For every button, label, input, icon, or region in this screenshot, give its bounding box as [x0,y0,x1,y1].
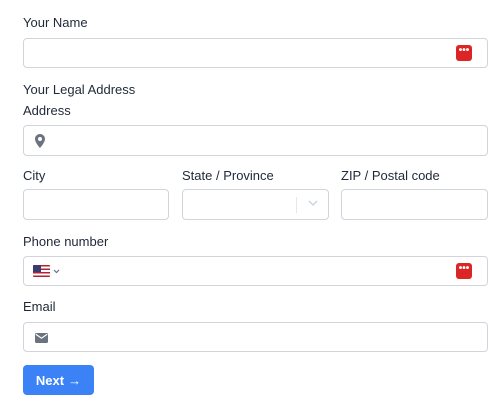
state-label: State / Province [182,168,274,183]
zip-input[interactable] [341,189,488,220]
legal-address-heading: Your Legal Address [23,82,136,97]
name-label: Your Name [23,15,88,30]
chevron-down-icon [53,269,60,273]
email-input[interactable] [23,322,488,352]
address-label: Address [23,103,71,118]
name-input[interactable]: ••• [23,38,488,68]
select-divider [296,197,297,213]
email-label: Email [23,299,56,314]
zip-label: ZIP / Postal code [341,168,440,183]
us-flag-icon [33,265,50,277]
city-input[interactable] [23,189,169,220]
phone-input[interactable]: ••• [23,256,488,286]
address-form: Your Name ••• Your Legal Address Address… [0,0,504,409]
password-manager-icon[interactable]: ••• [456,45,472,61]
password-manager-icon[interactable]: ••• [456,263,472,279]
city-label: City [23,168,46,183]
arrow-right-icon: → [68,372,82,388]
country-selector[interactable] [33,265,60,277]
chevron-down-icon [308,200,318,207]
next-button-label: Next [35,372,65,388]
state-select[interactable] [182,189,329,220]
address-input[interactable] [23,125,488,156]
envelope-icon [35,333,48,343]
phone-label: Phone number [23,234,109,249]
map-pin-icon [35,134,45,148]
next-button[interactable]: Next → [23,365,94,395]
